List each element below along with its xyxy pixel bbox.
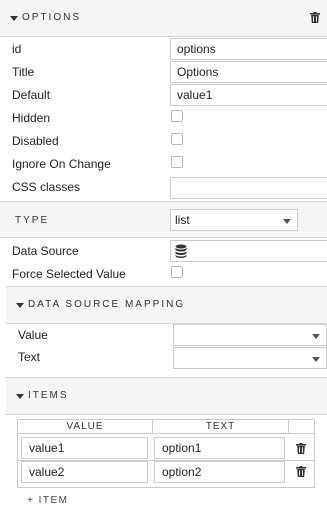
options-section-title: OPTIONS — [22, 12, 82, 23]
mapping-value-select[interactable] — [173, 324, 327, 346]
mapping-text-label: Text — [18, 350, 41, 364]
collapse-caret-icon[interactable] — [16, 394, 24, 399]
delete-row-trash-icon[interactable] — [296, 443, 306, 454]
options-panel: OPTIONS id options Title Options Default… — [0, 0, 327, 511]
id-input[interactable]: options — [170, 38, 327, 60]
collapse-caret-icon[interactable] — [16, 303, 24, 308]
column-header-actions — [288, 419, 315, 434]
add-item-button[interactable]: + ITEM — [27, 495, 69, 506]
data-source-field[interactable] — [170, 240, 327, 262]
item-text-input[interactable]: option1 — [154, 437, 285, 459]
column-header-text: TEXT — [152, 419, 289, 434]
column-header-value: VALUE — [17, 419, 153, 434]
type-select-value: list — [175, 213, 190, 227]
force-selected-label: Force Selected Value — [12, 267, 126, 281]
default-input[interactable]: value1 — [170, 84, 327, 106]
ignore-on-change-label: Ignore On Change — [12, 157, 111, 171]
disabled-checkbox[interactable] — [171, 133, 183, 145]
id-label: id — [12, 42, 22, 56]
item-value-input[interactable]: value2 — [21, 461, 148, 483]
mapping-text-select[interactable] — [173, 347, 327, 369]
collapse-caret-icon[interactable] — [10, 16, 18, 21]
chevron-down-icon — [312, 357, 320, 362]
title-label: Title — [12, 65, 35, 79]
delete-trash-icon[interactable] — [310, 12, 320, 23]
mapping-section-title: DATA SOURCE MAPPING — [28, 299, 186, 310]
chevron-down-icon — [283, 219, 291, 224]
css-classes-label: CSS classes — [12, 180, 81, 194]
hidden-label: Hidden — [12, 111, 51, 125]
item-text-input[interactable]: option2 — [154, 461, 285, 483]
delete-row-trash-icon[interactable] — [296, 466, 306, 477]
data-source-label: Data Source — [12, 244, 79, 258]
type-select[interactable]: list — [170, 209, 298, 231]
mapping-value-label: Value — [18, 328, 48, 342]
type-label: TYPE — [15, 215, 50, 226]
items-section-header[interactable]: ITEMS — [6, 377, 327, 415]
css-classes-input[interactable] — [170, 177, 327, 199]
items-section-title: ITEMS — [28, 390, 69, 401]
default-label: Default — [12, 88, 51, 102]
mapping-section-header[interactable]: DATA SOURCE MAPPING — [6, 286, 327, 324]
options-section-header[interactable]: OPTIONS — [0, 0, 327, 37]
database-icon[interactable] — [174, 244, 188, 258]
title-input[interactable]: Options — [170, 61, 327, 83]
ignore-on-change-checkbox[interactable] — [171, 156, 183, 168]
chevron-down-icon — [312, 334, 320, 339]
force-selected-checkbox[interactable] — [171, 266, 183, 278]
item-value-input[interactable]: value1 — [21, 437, 148, 459]
disabled-label: Disabled — [12, 134, 59, 148]
hidden-checkbox[interactable] — [171, 110, 183, 122]
